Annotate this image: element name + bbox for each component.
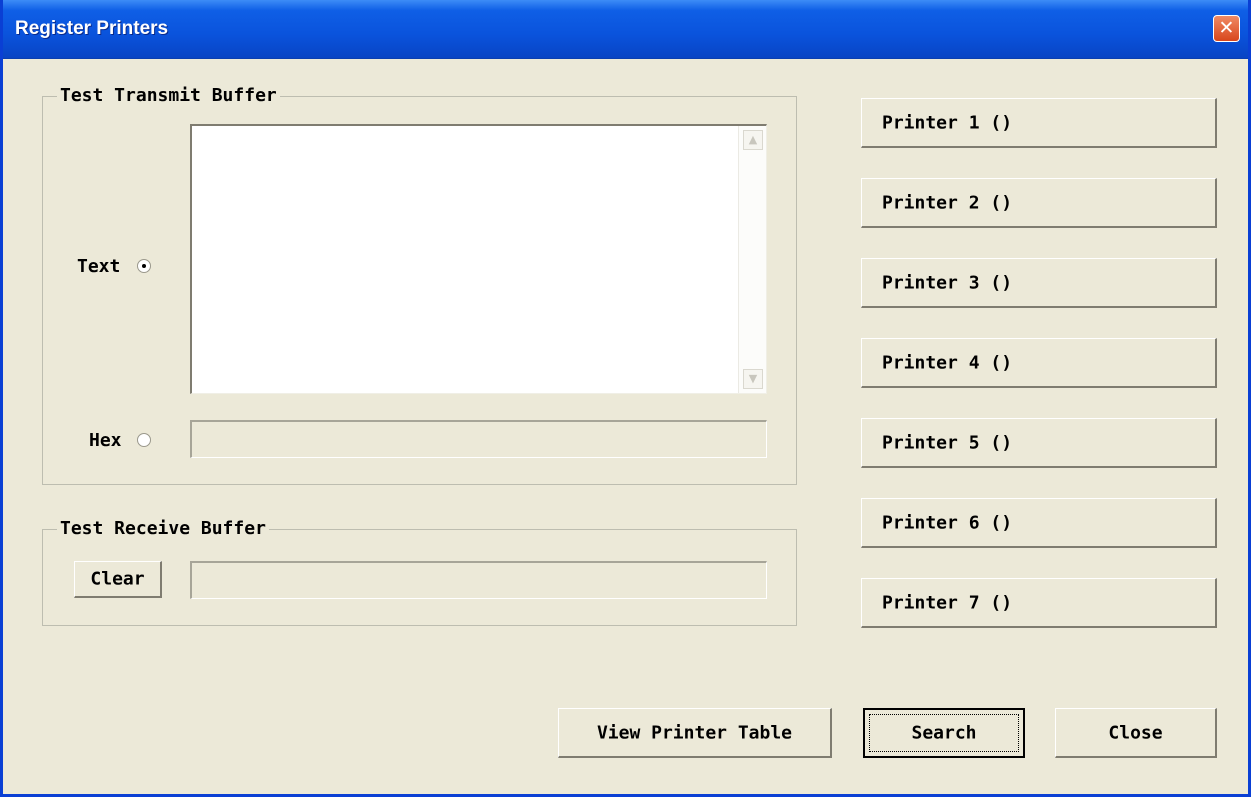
receive-group-label: Test Receive Buffer	[57, 518, 269, 539]
register-printers-dialog: Register Printers ✕ Test Transmit Buffer…	[0, 0, 1251, 797]
transmit-group-label: Test Transmit Buffer	[57, 85, 280, 106]
scroll-up-icon[interactable]: ▲	[743, 130, 763, 150]
clear-button[interactable]: Clear	[74, 561, 162, 598]
transmit-text-area[interactable]: ▲ ▼	[190, 124, 767, 394]
printer-3-button[interactable]: Printer 3 ()	[861, 258, 1217, 308]
window-title: Register Printers	[15, 18, 169, 39]
hex-radio-label: Hex	[89, 430, 122, 451]
scroll-down-icon[interactable]: ▼	[743, 369, 763, 389]
title-bar[interactable]: Register Printers ✕	[3, 0, 1248, 59]
printer-button-label: Printer 5 ()	[882, 432, 1013, 453]
radio-selected-dot	[142, 264, 146, 268]
close-button-label: Close	[1108, 722, 1163, 743]
printer-button-label: Printer 7 ()	[882, 592, 1013, 613]
printer-7-button[interactable]: Printer 7 ()	[861, 578, 1217, 628]
vertical-scrollbar[interactable]: ▲ ▼	[738, 126, 766, 393]
printer-2-button[interactable]: Printer 2 ()	[861, 178, 1217, 228]
text-radio-label: Text	[77, 256, 121, 277]
printer-button-label: Printer 2 ()	[882, 192, 1013, 213]
close-icon[interactable]: ✕	[1213, 15, 1240, 42]
view-printer-table-button[interactable]: View Printer Table	[558, 708, 832, 758]
receive-output-field	[190, 561, 767, 599]
printer-button-label: Printer 6 ()	[882, 512, 1013, 533]
printer-5-button[interactable]: Printer 5 ()	[861, 418, 1217, 468]
printer-6-button[interactable]: Printer 6 ()	[861, 498, 1217, 548]
printer-4-button[interactable]: Printer 4 ()	[861, 338, 1217, 388]
clear-button-label: Clear	[90, 568, 145, 590]
printer-1-button[interactable]: Printer 1 ()	[861, 98, 1217, 148]
printer-button-label: Printer 3 ()	[882, 272, 1013, 293]
search-button-label: Search	[911, 722, 977, 744]
search-button[interactable]: Search	[863, 708, 1025, 758]
printer-button-label: Printer 1 ()	[882, 112, 1013, 133]
close-button[interactable]: Close	[1055, 708, 1217, 758]
view-printer-table-label: View Printer Table	[596, 722, 793, 743]
hex-radio[interactable]	[137, 433, 151, 447]
hex-input[interactable]	[190, 420, 767, 458]
printer-button-label: Printer 4 ()	[882, 352, 1013, 373]
text-radio[interactable]	[137, 259, 151, 273]
